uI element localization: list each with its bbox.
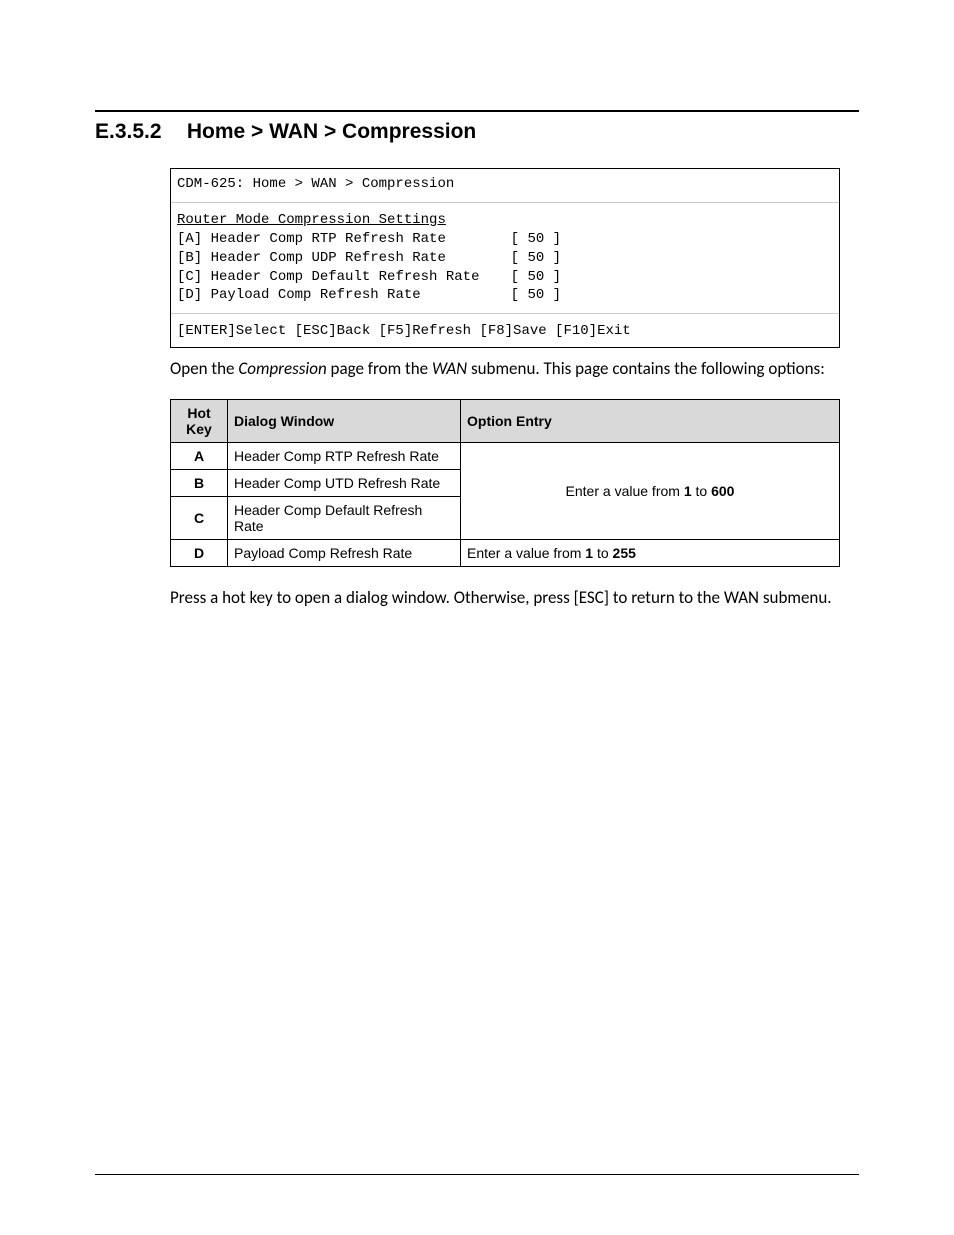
cell-dialog: Header Comp UTD Refresh Rate <box>228 470 461 497</box>
terminal-row-value: 50 <box>527 269 544 285</box>
table-header-row: Hot Key Dialog Window Option Entry <box>171 400 840 443</box>
terminal-row-label: Payload Comp Refresh Rate <box>211 286 511 305</box>
terminal-settings-list: [A] Header Comp RTP Refresh Rate[ 50 ] [… <box>177 230 833 306</box>
terminal-row: [B] Header Comp UDP Refresh Rate[ 50 ] <box>177 249 833 268</box>
col-hotkey: Hot Key <box>171 400 228 443</box>
terminal-row-label: Header Comp UDP Refresh Rate <box>211 249 511 268</box>
section-heading: E.3.5.2 Home > WAN > Compression <box>95 120 859 144</box>
document-page: E.3.5.2 Home > WAN > Compression CDM-625… <box>0 0 954 1235</box>
cell-hotkey: D <box>171 540 228 567</box>
outro-paragraph: Press a hot key to open a dialog window.… <box>170 587 850 610</box>
terminal-row: [C] Header Comp Default Refresh Rate[ 50… <box>177 268 833 287</box>
top-rule <box>95 110 859 112</box>
cell-dialog: Payload Comp Refresh Rate <box>228 540 461 567</box>
terminal-row: [D] Payload Comp Refresh Rate[ 50 ] <box>177 286 833 305</box>
terminal-breadcrumb: CDM-625: Home > WAN > Compression <box>177 175 833 194</box>
bottom-rule <box>95 1174 859 1175</box>
table-row: D Payload Comp Refresh Rate Enter a valu… <box>171 540 840 567</box>
cell-entry: Enter a value from 1 to 255 <box>461 540 840 567</box>
terminal-box: CDM-625: Home > WAN > Compression Router… <box>170 168 840 348</box>
terminal-section-title: Router Mode Compression Settings <box>177 211 833 230</box>
terminal-row-value: 50 <box>527 231 544 247</box>
terminal-row-label: Header Comp Default Refresh Rate <box>211 268 511 287</box>
terminal-row: [A] Header Comp RTP Refresh Rate[ 50 ] <box>177 230 833 249</box>
section-title: Home > WAN > Compression <box>187 120 476 143</box>
col-entry: Option Entry <box>461 400 840 443</box>
section-number: E.3.5.2 <box>95 120 181 144</box>
cell-hotkey: C <box>171 497 228 540</box>
terminal-divider <box>171 202 839 203</box>
terminal-divider <box>171 313 839 314</box>
terminal-footer: [ENTER]Select [ESC]Back [F5]Refresh [F8]… <box>177 322 833 341</box>
table-row: A Header Comp RTP Refresh Rate Enter a v… <box>171 443 840 470</box>
terminal-row-value: 50 <box>527 250 544 266</box>
cell-dialog: Header Comp RTP Refresh Rate <box>228 443 461 470</box>
options-table: Hot Key Dialog Window Option Entry A Hea… <box>170 399 840 567</box>
col-dialog: Dialog Window <box>228 400 461 443</box>
terminal-row-value: 50 <box>527 287 544 303</box>
cell-dialog: Header Comp Default Refresh Rate <box>228 497 461 540</box>
cell-hotkey: A <box>171 443 228 470</box>
intro-paragraph: Open the Compression page from the WAN s… <box>170 358 850 381</box>
terminal-row-label: Header Comp RTP Refresh Rate <box>211 230 511 249</box>
cell-hotkey: B <box>171 470 228 497</box>
cell-entry-merged: Enter a value from 1 to 600 <box>461 443 840 540</box>
